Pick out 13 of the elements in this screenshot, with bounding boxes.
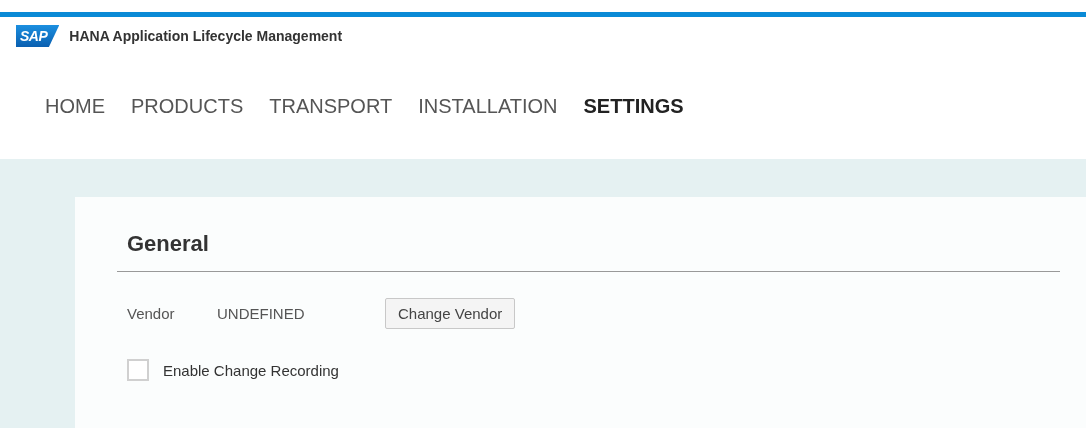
app-title: HANA Application Lifecycle Management bbox=[69, 28, 343, 44]
field-label: Vendor bbox=[127, 305, 176, 322]
nav-tab[interactable]: INSTALLATION bbox=[405, 91, 571, 121]
change-vendor-button[interactable]: Change Vendor bbox=[385, 298, 516, 329]
checkbox-label: Enable Change Recording bbox=[163, 361, 339, 379]
field-value: UNDEFINED bbox=[217, 305, 306, 322]
checkbox[interactable] bbox=[127, 359, 149, 381]
section-title: General bbox=[117, 231, 1060, 272]
nav-tab[interactable]: HOME bbox=[32, 91, 118, 121]
nav-tab[interactable]: TRANSPORT bbox=[256, 91, 406, 121]
nav-tab[interactable]: SETTINGS bbox=[570, 91, 697, 121]
nav-tab[interactable]: PRODUCTS bbox=[118, 91, 257, 121]
sap-logo: SAP bbox=[16, 25, 60, 47]
